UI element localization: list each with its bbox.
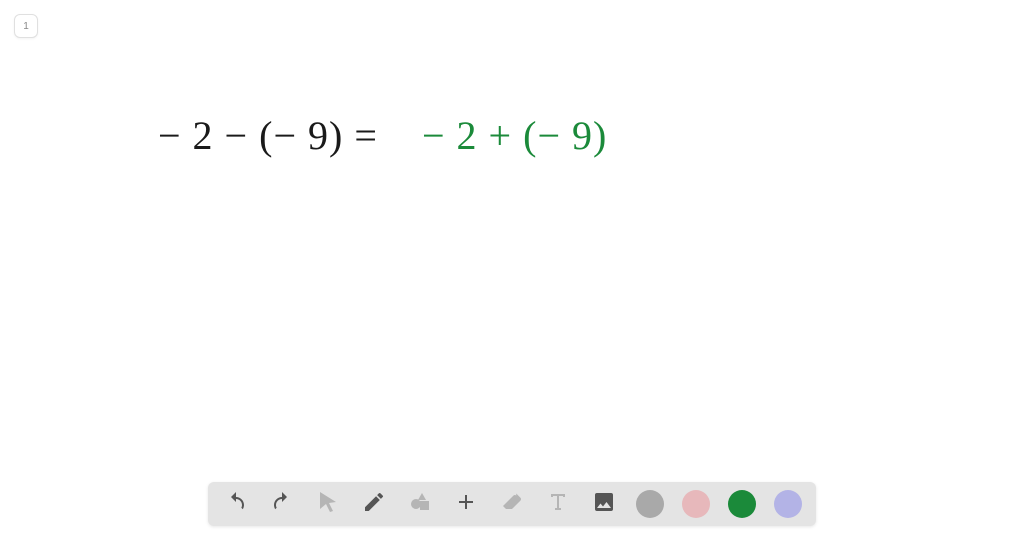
text-button[interactable] [544, 490, 572, 518]
pencil-button[interactable] [360, 490, 388, 518]
add-button[interactable] [452, 490, 480, 518]
image-button[interactable] [590, 490, 618, 518]
color-pink[interactable] [682, 490, 710, 518]
pencil-icon [362, 490, 386, 519]
shapes-button[interactable] [406, 490, 434, 518]
whiteboard-canvas[interactable]: − 2 − (− 9) = − 2 + (− 9) [0, 0, 1024, 540]
redo-icon [270, 490, 294, 519]
pointer-icon [316, 490, 340, 519]
plus-icon [454, 490, 478, 519]
eraser-icon [500, 490, 524, 519]
pointer-button[interactable] [314, 490, 342, 518]
eraser-button[interactable] [498, 490, 526, 518]
text-icon [546, 490, 570, 519]
drawing-toolbar [208, 482, 816, 526]
image-icon [592, 490, 616, 519]
redo-button[interactable] [268, 490, 296, 518]
color-gray[interactable] [636, 490, 664, 518]
color-lavender[interactable] [774, 490, 802, 518]
equation-left: − 2 − (− 9) = [158, 112, 378, 159]
undo-button[interactable] [222, 490, 250, 518]
shapes-icon [408, 490, 432, 519]
equation-right: − 2 + (− 9) [422, 112, 607, 159]
color-green[interactable] [728, 490, 756, 518]
undo-icon [224, 490, 248, 519]
